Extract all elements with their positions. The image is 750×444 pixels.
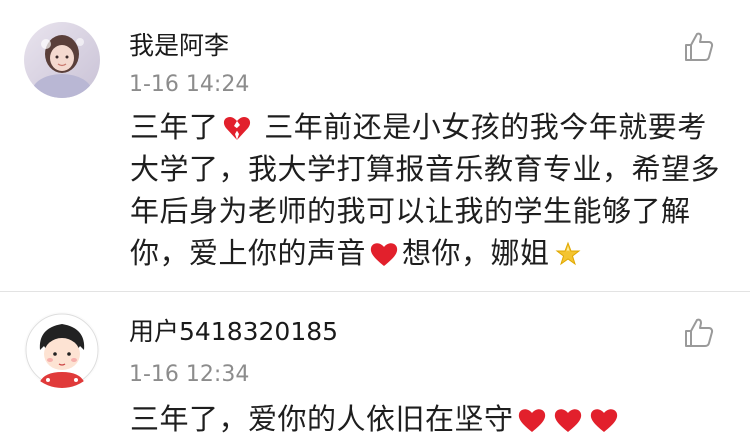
username[interactable]: 用户5418320185 (129, 317, 338, 347)
avatar[interactable] (24, 312, 100, 388)
red-heart-icon (553, 405, 583, 435)
comment-text-part: 三年了 (130, 110, 219, 144)
like-button[interactable] (682, 30, 716, 64)
thumbs-up-icon (685, 318, 714, 347)
avatar[interactable] (24, 22, 100, 98)
timestamp: 1-16 14:24 (129, 72, 250, 97)
comment-text-part: 想你，娜姐 (402, 236, 550, 270)
avatar-cartoon-image (24, 312, 100, 388)
comment-text-part: 三年了，爱你的人依旧在坚守 (130, 402, 514, 436)
timestamp: 1-16 12:34 (129, 362, 250, 387)
comment-item: 我是阿李 1-16 14:24 三年了 三年前还是小女孩的我今年就要考大学了，我… (0, 0, 750, 292)
like-button[interactable] (682, 316, 716, 350)
sparkle-star-icon (553, 239, 583, 269)
broken-heart-icon (222, 113, 252, 143)
red-heart-icon (369, 239, 399, 269)
thumbs-up-icon (685, 32, 714, 61)
red-heart-icon (589, 405, 619, 435)
comment-text: 三年了 三年前还是小女孩的我今年就要考大学了，我大学打算报音乐教育专业，希望多年… (130, 106, 730, 274)
red-heart-icon (517, 405, 547, 435)
comment-item: 用户5418320185 1-16 12:34 三年了，爱你的人依旧在坚守 (0, 292, 750, 444)
comment-text: 三年了，爱你的人依旧在坚守 (130, 398, 730, 440)
username[interactable]: 我是阿李 (129, 31, 229, 61)
avatar-girl-image (24, 22, 100, 98)
